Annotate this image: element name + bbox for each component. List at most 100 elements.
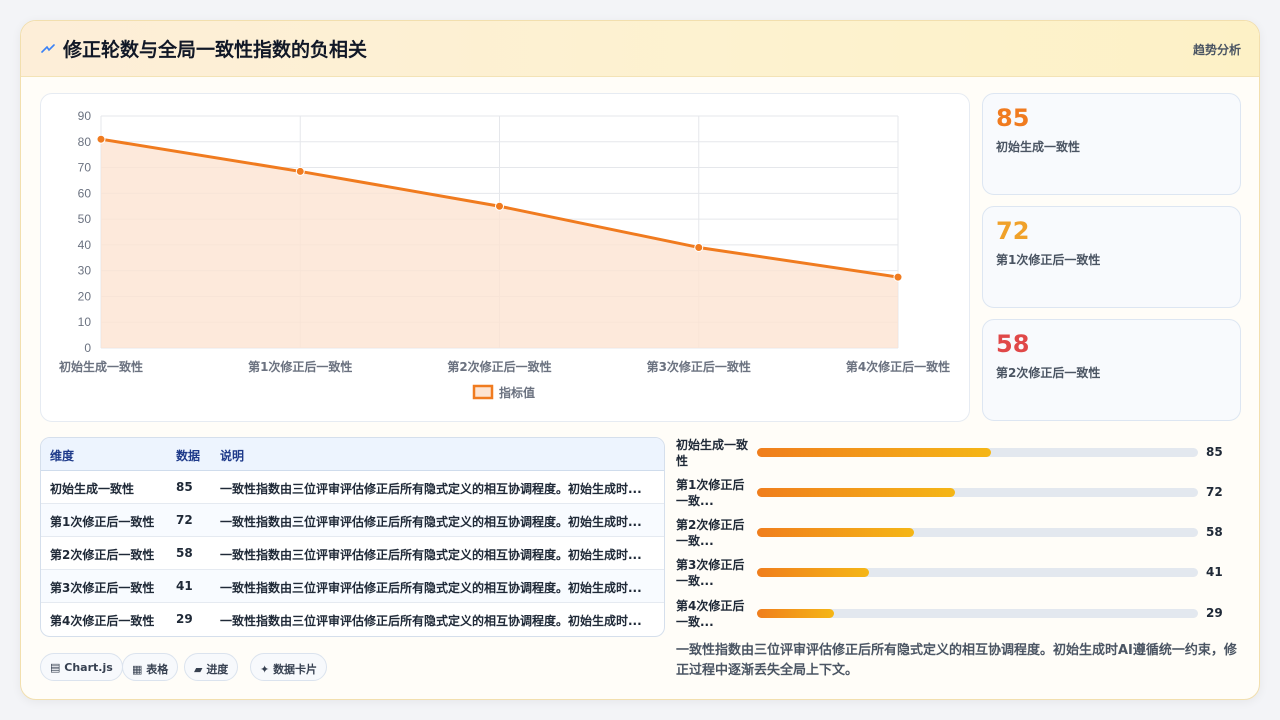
table-cell-description: 一致性指数由三位评审评估修正后所有隐式定义的相互协调程度。初始生成时... [220,548,642,562]
progress-fill [757,448,991,457]
table-row: 第4次修正后一致性 29 一致性指数由三位评审评估修正后所有隐式定义的相互协调程… [41,603,664,636]
table-cell-description: 一致性指数由三位评审评估修正后所有隐式定义的相互协调程度。初始生成时... [220,482,642,496]
table-row: 初始生成一致性 85 一致性指数由三位评审评估修正后所有隐式定义的相互协调程度。… [41,471,664,504]
data-table: 维度 数据 说明 初始生成一致性 85 一致性指数由三位评审评估修正后所有隐式定… [40,437,665,637]
progress-row: 第1次修正后一致... 72 [676,477,1236,511]
x-tick-label: 第3次修正后一致性 [647,359,751,374]
stat-label: 第1次修正后一致性 [996,253,1101,267]
table-row: 第3次修正后一致性 41 一致性指数由三位评审评估修正后所有隐式定义的相互协调程… [41,570,664,603]
progress-row: 初始生成一致性 85 [676,437,1236,471]
lightning-icon [41,44,55,53]
progress-pill[interactable]: ▰ 进度 [184,653,239,681]
data-card-pill[interactable]: ✦ 数据卡片 [250,653,328,681]
progress-label: 第3次修正后一致... [676,558,745,588]
progress-track [757,609,1198,618]
dashboard-card: 修正轮数与全局一致性指数的负相关 趋势分析 0 10 20 30 40 50 60 70 80 9… [20,20,1260,700]
header: 修正轮数与全局一致性指数的负相关 趋势分析 [21,21,1259,77]
table-cell-value: 72 [176,513,193,527]
table-cell-dimension: 第1次修正后一致性 [50,515,155,529]
legend-swatch [472,384,494,400]
progress-row: 第3次修正后一致... 41 [676,557,1236,591]
y-tick-label: 70 [78,161,92,175]
progress-row: 第2次修正后一致... 58 [676,517,1236,551]
y-tick-label: 90 [78,109,92,123]
stat-value: 85 [996,104,1030,132]
progress-label: 第2次修正后一致... [676,518,745,548]
table-cell-description: 一致性指数由三位评审评估修正后所有隐式定义的相互协调程度。初始生成时... [220,515,642,529]
progress-track [757,528,1198,537]
progress-value: 72 [1206,485,1223,499]
table-cell-dimension: 第4次修正后一致性 [50,614,155,628]
progress-value: 41 [1206,565,1223,579]
table-cell-value: 85 [176,480,193,494]
y-tick-label: 60 [78,186,92,200]
progress-fill [757,568,870,577]
progress-label: 初始生成一致性 [676,438,749,468]
pill-label: 进度 [206,663,229,676]
pill-label: 数据卡片 [273,663,318,676]
table-header-row: 维度 数据 说明 [41,438,664,471]
progress-track [757,448,1198,457]
y-tick-label: 20 [78,289,92,303]
table-cell-dimension: 第3次修正后一致性 [50,581,155,595]
stat-value: 58 [996,330,1030,358]
chart-icon: ▤ [50,661,61,674]
progress-label: 第4次修正后一致... [676,599,745,629]
y-tick-label: 50 [78,212,92,226]
progress-label: 第1次修正后一致... [676,478,745,508]
table-cell-value: 58 [176,546,193,560]
table-row: 第1次修正后一致性 72 一致性指数由三位评审评估修正后所有隐式定义的相互协调程… [41,504,664,537]
column-header[interactable]: 说明 [220,447,650,464]
y-tick-label: 0 [84,341,91,355]
table-cell-value: 29 [176,612,193,626]
table-pill[interactable]: ▦ 表格 [122,653,179,681]
column-header[interactable]: 数据 [176,447,211,464]
y-tick-label: 40 [78,238,92,252]
table-icon: ▦ [132,663,143,676]
data-point [96,134,106,144]
table-cell-dimension: 初始生成一致性 [50,482,135,496]
data-point [893,272,903,282]
x-tick-label: 第2次修正后一致性 [447,359,551,374]
stat-card-initial: 85 初始生成一致性 [982,93,1241,195]
progress-fill [757,488,956,497]
y-tick-label: 30 [78,264,92,278]
progress-fill [757,528,914,537]
progress-fill [757,609,835,618]
table-cell-description: 一致性指数由三位评审评估修正后所有隐式定义的相互协调程度。初始生成时... [220,581,642,595]
pill-label: 表格 [146,663,169,676]
table-cell-description: 一致性指数由三位评审评估修正后所有隐式定义的相互协调程度。初始生成时... [220,614,642,628]
stat-value: 72 [996,217,1030,245]
legend-label: 指标值 [499,385,535,400]
table-row: 第2次修正后一致性 58 一致性指数由三位评审评估修正后所有隐式定义的相互协调程… [41,537,664,570]
column-header[interactable]: 维度 [50,447,170,464]
progress-icon: ▰ [194,663,203,676]
x-tick-label: 第4次修正后一致性 [846,359,950,374]
pill-label: Chart.js [64,661,113,674]
chartjs-pill[interactable]: ▤ Chart.js [40,653,123,681]
data-point [495,201,504,211]
stat-label: 初始生成一致性 [996,140,1081,154]
table-cell-dimension: 第2次修正后一致性 [50,548,155,562]
progress-track [757,488,1198,497]
progress-value: 29 [1206,606,1223,620]
table-cell-value: 41 [176,579,193,593]
y-tick-label: 80 [78,135,92,149]
sparkle-icon: ✦ [260,663,270,676]
header-tag[interactable]: 趋势分析 [1193,41,1241,58]
x-tick-label: 第1次修正后一致性 [248,359,352,374]
page-title: 修正轮数与全局一致性指数的负相关 [63,39,368,61]
progress-track [757,568,1198,577]
data-point [694,242,704,252]
y-tick-label: 10 [78,315,92,329]
stat-card-round2: 58 第2次修正后一致性 [982,319,1241,421]
progress-row: 第4次修正后一致... 29 [676,598,1236,632]
stat-label: 第2次修正后一致性 [996,366,1101,380]
progress-value: 85 [1206,445,1223,459]
line-chart: 0 10 20 30 40 50 60 70 80 90 初始生成一致性 第1次修正后一致性 第2次修正… [59,109,950,400]
data-point [295,166,305,176]
chart-panel: 0 10 20 30 40 50 60 70 80 90 初始生成一致性 第1次修正后一致性 第2次修正… [40,93,970,422]
x-tick-label: 初始生成一致性 [59,359,143,374]
progress-value: 58 [1206,525,1223,539]
footnote: 一致性指数由三位评审评估修正后所有隐式定义的相互协调程度。初始生成时AI遵循统一… [676,643,1237,678]
